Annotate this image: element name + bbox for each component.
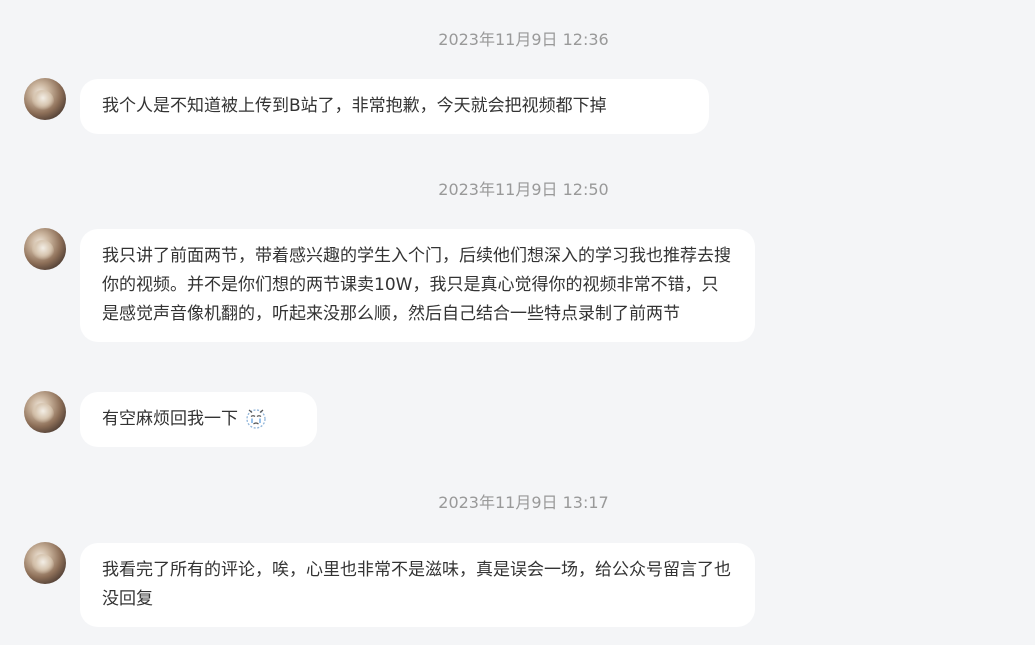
message-timestamp: 2023年11月9日 12:36	[438, 30, 609, 49]
avatar[interactable]	[24, 228, 66, 270]
avatar[interactable]	[24, 78, 66, 120]
message-bubble[interactable]: 我个人是不知道被上传到B站了，非常抱歉，今天就会把视频都下掉	[80, 79, 709, 134]
chat-window: 2023年11月9日 12:36 我个人是不知道被上传到B站了，非常抱歉，今天就…	[0, 0, 1035, 645]
message-timestamp: 2023年11月9日 13:17	[438, 493, 609, 512]
avatar[interactable]	[24, 391, 66, 433]
message-text: 我个人是不知道被上传到B站了，非常抱歉，今天就会把视频都下掉	[102, 96, 607, 116]
message-text: 我看完了所有的评论，唉，心里也非常不是滋味，真是误会一场，给公众号留言了也没回复	[102, 560, 731, 609]
message-bubble[interactable]: 我只讲了前面两节，带着感兴趣的学生入个门，后续他们想深入的学习我也推荐去搜你的视…	[80, 229, 755, 342]
crying-face-icon	[246, 409, 266, 429]
message-bubble[interactable]: 我看完了所有的评论，唉，心里也非常不是滋味，真是误会一场，给公众号留言了也没回复	[80, 543, 755, 627]
message-timestamp: 2023年11月9日 12:50	[438, 180, 609, 199]
message-bubble[interactable]: 有空麻烦回我一下	[80, 392, 317, 447]
avatar[interactable]	[24, 542, 66, 584]
message-text: 有空麻烦回我一下	[102, 409, 238, 429]
message-text: 我只讲了前面两节，带着感兴趣的学生入个门，后续他们想深入的学习我也推荐去搜你的视…	[102, 246, 731, 324]
